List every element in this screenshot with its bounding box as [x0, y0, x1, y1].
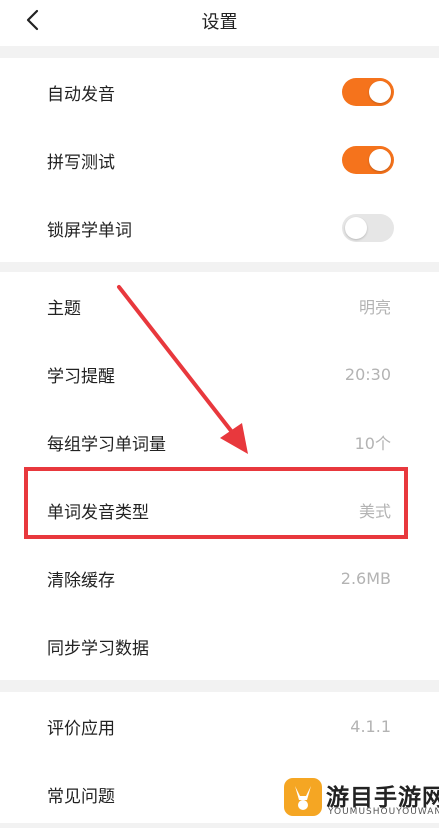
- setting-value: 4.1.1: [350, 716, 391, 736]
- settings-section: 主题 明亮 学习提醒 20:30 每组学习单词量 10个 单词发音类型 美式 清…: [0, 272, 439, 680]
- setting-label: 主题: [47, 298, 81, 319]
- setting-row-spelling-test[interactable]: 拼写测试: [0, 126, 439, 194]
- setting-row-clear-cache[interactable]: 清除缓存 2.6MB: [0, 544, 439, 612]
- setting-row-study-reminder[interactable]: 学习提醒 20:30: [0, 340, 439, 408]
- toggle-section: 自动发音 拼写测试 锁屏学单词: [0, 58, 439, 262]
- setting-label: 常见问题: [47, 786, 115, 807]
- setting-label: 拼写测试: [47, 152, 115, 173]
- setting-label: 单词发音类型: [47, 502, 149, 523]
- app-header: 设置: [0, 0, 439, 46]
- setting-row-auto-pronounce[interactable]: 自动发音: [0, 58, 439, 126]
- toggle-knob: [369, 81, 391, 103]
- page-title: 设置: [201, 12, 238, 33]
- setting-label: 锁屏学单词: [47, 220, 132, 241]
- setting-row-lockscreen-words[interactable]: 锁屏学单词: [0, 194, 439, 262]
- setting-value: 20:30: [344, 364, 391, 384]
- setting-row-words-per-group[interactable]: 每组学习单词量 10个: [0, 408, 439, 476]
- setting-row-pronunciation-type[interactable]: 单词发音类型 美式: [0, 476, 439, 544]
- setting-row-sync-data[interactable]: 同步学习数据: [0, 612, 439, 680]
- setting-label: 每组学习单词量: [47, 434, 166, 455]
- setting-value: 10个: [354, 434, 391, 453]
- setting-row-theme[interactable]: 主题 明亮: [0, 272, 439, 340]
- toggle-knob: [369, 149, 391, 171]
- watermark: 游目手游网 YOUMUSHOUYOUWANG: [282, 776, 439, 823]
- setting-label: 自动发音: [47, 84, 115, 105]
- setting-label: 学习提醒: [47, 366, 115, 387]
- toggle-knob: [345, 217, 367, 239]
- setting-label: 评价应用: [47, 718, 115, 739]
- setting-value: 明亮: [358, 298, 391, 317]
- setting-label: 同步学习数据: [47, 638, 149, 659]
- lockscreen-words-toggle[interactable]: [342, 214, 394, 242]
- watermark-subtext: YOUMUSHOUYOUWANG: [328, 807, 439, 817]
- setting-value: 2.6MB: [340, 568, 391, 588]
- auto-pronounce-toggle[interactable]: [342, 78, 394, 106]
- watermark-logo-icon: [284, 778, 322, 816]
- setting-label: 清除缓存: [47, 570, 115, 591]
- setting-row-rate-app[interactable]: 评价应用 4.1.1: [0, 692, 439, 760]
- setting-value: 美式: [358, 502, 391, 521]
- spelling-test-toggle[interactable]: [342, 146, 394, 174]
